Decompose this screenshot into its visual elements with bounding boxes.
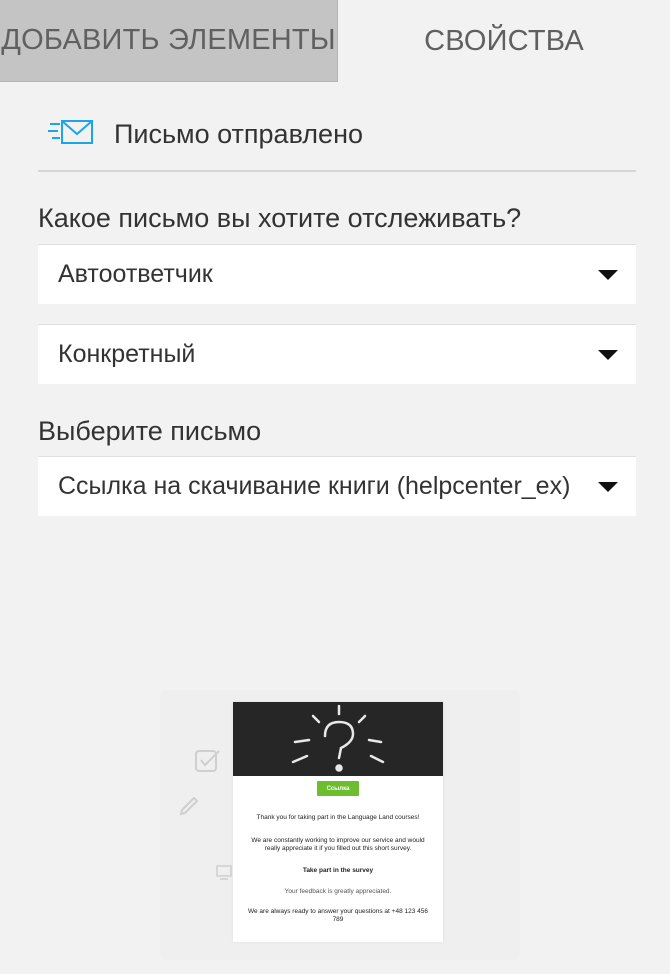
email-text-line: Thank you for taking part in the Languag…	[256, 814, 420, 821]
checklist-icon	[194, 748, 222, 781]
pencil-icon	[178, 792, 202, 823]
email-text-line: We are always ready to answer your quest…	[247, 908, 428, 923]
email-type-select[interactable]: Автоответчик	[38, 244, 636, 304]
email-preview[interactable]: Ссылка Thank you for taking part in the …	[233, 702, 443, 942]
email-select[interactable]: Ссылка на скачивание книги (helpcenter_e…	[38, 456, 636, 516]
chevron-down-icon	[598, 482, 618, 492]
email-hero-image	[233, 702, 443, 776]
email-mode-select[interactable]: Конкретный	[38, 324, 636, 384]
email-select-value: Ссылка на скачивание книги (helpcenter_e…	[58, 472, 571, 500]
email-mode-value: Конкретный	[58, 340, 196, 368]
page-title: Письмо отправлено	[114, 119, 363, 149]
email-text-line: Your feedback is greatly appreciated.	[284, 888, 392, 895]
email-text-line: We are constantly working to improve our…	[251, 837, 425, 852]
chevron-down-icon	[598, 350, 618, 360]
tab-properties[interactable]: СВОЙСТВА	[338, 0, 670, 82]
mail-sent-icon	[48, 118, 94, 148]
element-header: Письмо отправлено	[38, 110, 636, 172]
which-email-label: Какое письмо вы хотите отслеживать?	[38, 203, 522, 233]
tab-add-elements[interactable]: ДОБАВИТЬ ЭЛЕМЕНТЫ	[0, 0, 338, 82]
choose-email-label: Выберите письмо	[38, 416, 262, 446]
email-text-heading: Take part in the survey	[302, 867, 374, 874]
tab-bar: ДОБАВИТЬ ЭЛЕМЕНТЫ СВОЙСТВА	[0, 0, 670, 82]
chevron-down-icon	[598, 270, 618, 280]
email-link-button: Ссылка	[317, 781, 359, 796]
email-type-value: Автоответчик	[58, 260, 213, 288]
